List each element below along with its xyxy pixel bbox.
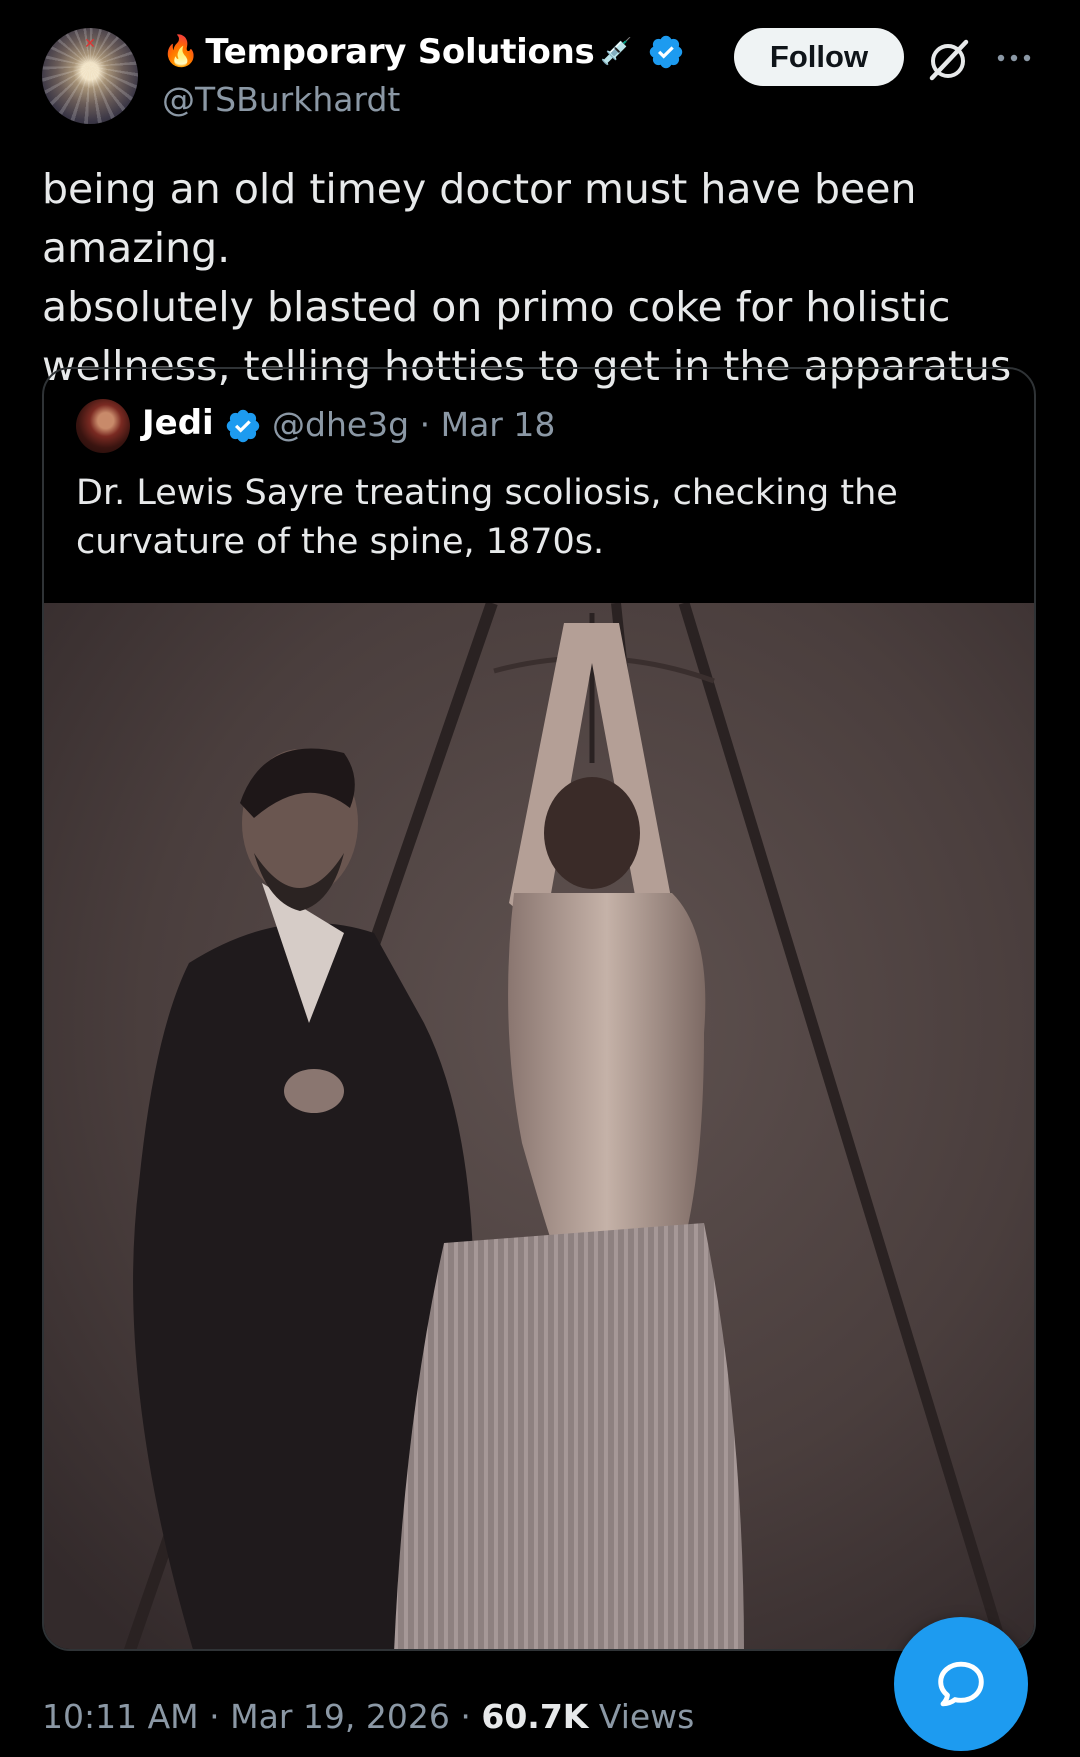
tweet-date: Mar 19, 2026: [230, 1697, 450, 1736]
quote-author-avatar: [76, 399, 130, 453]
views-count: 60.7K: [481, 1697, 589, 1736]
more-icon[interactable]: [994, 46, 1034, 70]
quote-photo[interactable]: [44, 603, 1036, 1651]
author-name: Temporary Solutions: [205, 32, 595, 72]
verified-badge-icon: [649, 35, 683, 69]
patient-skirt: [394, 1223, 744, 1649]
quote-author-name: Jedi: [142, 403, 214, 443]
timestamp-separator-1: ·: [209, 1697, 220, 1736]
quote-verified-badge-icon: [226, 409, 260, 443]
avatar-emblem: ✕: [84, 36, 96, 52]
fire-emoji-icon: 🔥: [162, 34, 200, 69]
quote-date: Mar 18: [440, 405, 556, 444]
quote-tweet-card[interactable]: Jedi @dhe3g · Mar 18 Dr. Lewis Sayre tre…: [42, 367, 1036, 1651]
views-label: Views: [598, 1697, 695, 1736]
follow-button[interactable]: Follow: [734, 28, 904, 86]
author-avatar[interactable]: ✕: [42, 28, 138, 124]
quote-author-handle: @dhe3g: [272, 405, 410, 444]
author-display-name[interactable]: 🔥 Temporary Solutions 💉: [162, 30, 685, 74]
grok-icon[interactable]: [924, 36, 972, 84]
doctor-hand: [284, 1069, 344, 1113]
tweet-timestamp[interactable]: 10:11 AM · Mar 19, 2026 · 60.7K Views: [42, 1697, 694, 1736]
quote-text: Dr. Lewis Sayre treating scoliosis, chec…: [76, 473, 898, 562]
tweet-time: 10:11 AM: [42, 1697, 199, 1736]
syringe-emoji-icon: 💉: [600, 37, 633, 67]
tweet-text: being an old timey doctor must have been…: [42, 165, 1012, 390]
reply-fab-button[interactable]: [894, 1617, 1028, 1751]
patient-back: [508, 893, 706, 1243]
author-handle[interactable]: @TSBurkhardt: [162, 80, 400, 119]
timestamp-separator-2: ·: [460, 1697, 471, 1736]
reply-fab-icon: [938, 1661, 984, 1707]
patient-head: [544, 777, 640, 889]
quote-meta-separator: ·: [419, 405, 431, 444]
quote-meta: @dhe3g · Mar 18: [272, 405, 555, 444]
